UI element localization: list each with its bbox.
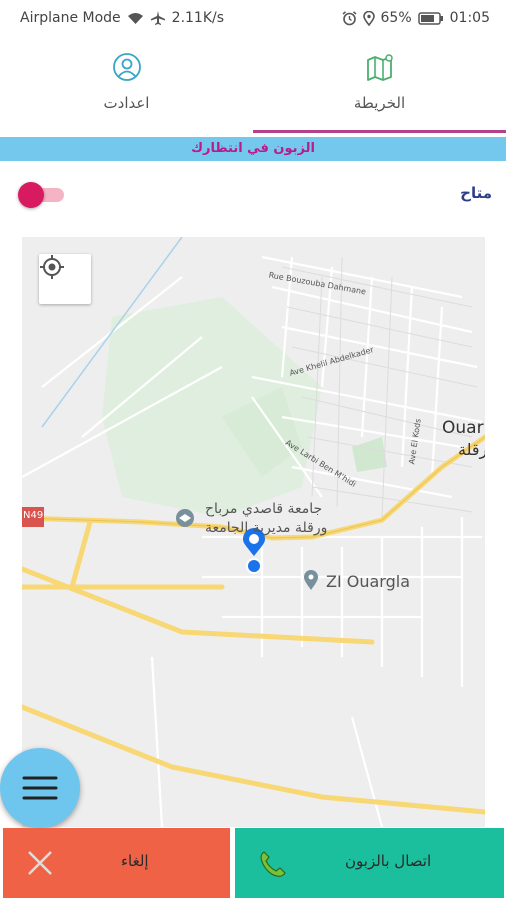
wifi-icon bbox=[127, 12, 143, 24]
tab-map[interactable]: الخريطة bbox=[253, 36, 506, 132]
location-icon bbox=[362, 10, 375, 26]
clock-text: 01:05 bbox=[449, 10, 490, 26]
cancel-button-label: إلغاء bbox=[121, 852, 149, 870]
phone-icon bbox=[260, 851, 286, 877]
status-bar: Airplane Mode 2.11K/s 65% 01:05 bbox=[0, 0, 506, 36]
call-customer-button[interactable]: اتصال بالزبون bbox=[235, 828, 504, 898]
city-label: Ouar bbox=[442, 418, 484, 438]
road-sign-label: N49 bbox=[23, 510, 44, 521]
hamburger-menu-icon bbox=[22, 776, 58, 800]
tab-bar: اعدادت الخريطة bbox=[0, 36, 506, 132]
close-icon bbox=[28, 851, 52, 875]
my-location-button[interactable] bbox=[39, 254, 91, 304]
university-marker-icon bbox=[176, 509, 194, 527]
call-button-label: اتصال بالزبون bbox=[345, 852, 432, 870]
battery-icon bbox=[417, 11, 443, 25]
tab-settings[interactable]: اعدادت bbox=[0, 36, 253, 132]
toggle-thumb bbox=[18, 182, 44, 208]
tab-map-label: الخريطة bbox=[353, 94, 406, 112]
city-label-arabic: ورقلة bbox=[458, 440, 485, 459]
tab-settings-label: اعدادت bbox=[103, 94, 150, 112]
zi-marker-icon bbox=[304, 570, 318, 590]
map-icon bbox=[366, 54, 393, 81]
profile-icon bbox=[112, 53, 141, 81]
alarm-icon bbox=[342, 10, 357, 25]
availability-label: متاح bbox=[460, 184, 492, 202]
battery-percent-text: 65% bbox=[380, 10, 412, 26]
university-label: ورقلة مديرية الجامعة bbox=[205, 520, 328, 536]
zi-label: ZI Ouargla bbox=[326, 572, 411, 591]
network-speed-text: 2.11K/s bbox=[171, 10, 225, 26]
green-area bbox=[102, 297, 322, 517]
cancel-button[interactable]: إلغاء bbox=[3, 828, 230, 898]
airplane-icon bbox=[150, 11, 165, 25]
crosshair-icon bbox=[40, 255, 64, 279]
waiting-banner: الزبون في انتظارك bbox=[0, 137, 506, 161]
university-label: جامعة قاصدي مرباح bbox=[205, 501, 323, 517]
menu-fab-button[interactable] bbox=[0, 748, 80, 828]
availability-toggle[interactable] bbox=[18, 182, 66, 208]
green-area bbox=[352, 437, 387, 472]
availability-row: متاح bbox=[0, 174, 506, 218]
tab-indicator bbox=[253, 130, 506, 133]
map-view[interactable]: Rue Bouzouba Dahmane Ave Khelil Abdelkad… bbox=[22, 237, 485, 827]
airplane-mode-text: Airplane Mode bbox=[20, 10, 121, 26]
